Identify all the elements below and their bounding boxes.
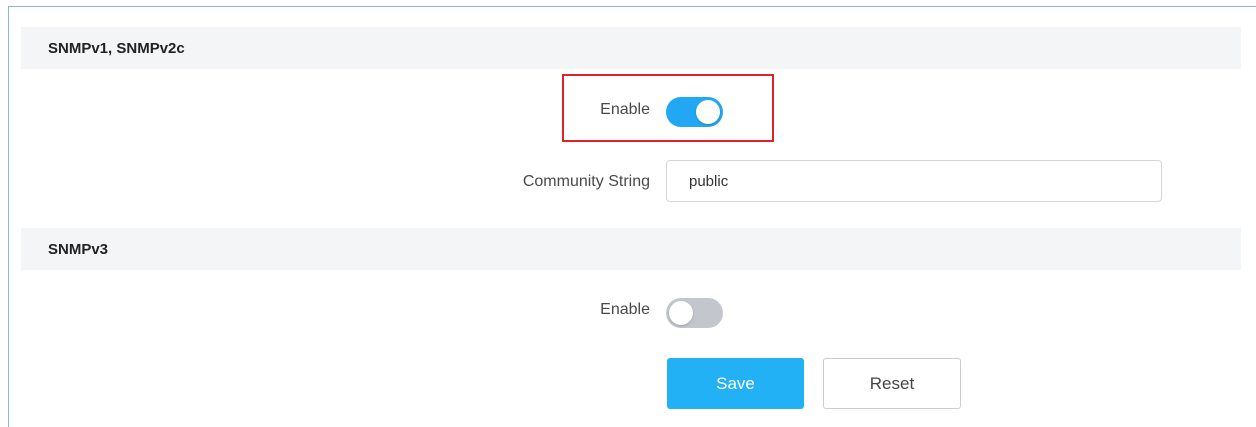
community-string-input[interactable] [666, 160, 1162, 202]
toggle-knob [696, 100, 720, 124]
toggle-knob [669, 301, 693, 325]
reset-button[interactable]: Reset [823, 358, 961, 409]
content-frame [8, 6, 1256, 427]
snmpv3-enable-label: Enable [600, 301, 650, 318]
snmpv1-enable-toggle[interactable] [666, 97, 723, 127]
snmpv3-enable-toggle[interactable] [666, 298, 723, 328]
snmpv1-enable-label: Enable [600, 101, 650, 118]
section-title-snmpv3: SNMPv3 [48, 240, 109, 258]
community-string-label: Community String [522, 173, 650, 190]
save-button[interactable]: Save [667, 358, 804, 409]
section-title-snmpv1-v2c: SNMPv1, SNMPv2c [48, 39, 185, 57]
section-header-snmpv3: SNMPv3 [21, 228, 1241, 270]
section-header-snmpv1-v2c: SNMPv1, SNMPv2c [21, 27, 1241, 69]
